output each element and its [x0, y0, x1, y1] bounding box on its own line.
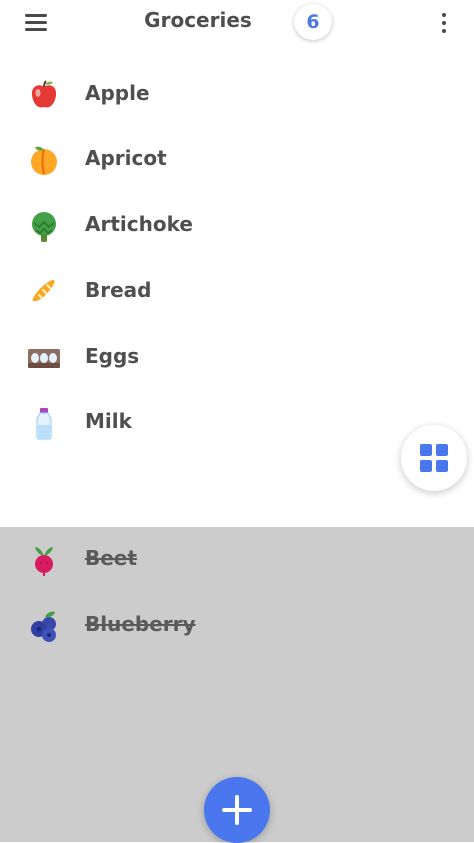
top-bar: Groceries 6 — [0, 0, 474, 44]
list-item-apple[interactable]: Apple — [0, 67, 474, 123]
add-item-button[interactable] — [204, 777, 270, 843]
item-label: Artichoke — [85, 212, 193, 236]
item-label: Bread — [85, 278, 152, 302]
item-count-badge: 6 — [294, 4, 332, 40]
blueberry-icon — [27, 609, 61, 643]
item-label: Blueberry — [85, 612, 196, 636]
page-title: Groceries — [144, 8, 252, 32]
list-item-apricot[interactable]: Apricot — [0, 132, 474, 188]
apricot-icon — [27, 143, 61, 177]
grid-view-button[interactable] — [401, 425, 467, 491]
item-label: Milk — [85, 409, 132, 433]
bread-icon — [27, 275, 61, 309]
grid-view-icon — [420, 444, 448, 472]
list-item-beet[interactable]: Beet — [0, 532, 474, 588]
list-item-blueberry[interactable]: Blueberry — [0, 598, 474, 654]
more-vertical-icon[interactable] — [439, 11, 449, 35]
eggs-icon — [27, 341, 61, 375]
item-label: Beet — [85, 546, 137, 570]
apple-icon — [27, 78, 61, 112]
item-label: Apricot — [85, 146, 167, 170]
item-label: Apple — [85, 81, 150, 105]
list-item-eggs[interactable]: Eggs — [0, 330, 474, 386]
plus-icon — [222, 795, 252, 825]
list-item-milk[interactable]: Milk — [0, 395, 474, 451]
list-item-bread[interactable]: Bread — [0, 264, 474, 320]
artichoke-icon — [27, 209, 61, 243]
list-item-artichoke[interactable]: Artichoke — [0, 198, 474, 254]
beet-icon — [27, 543, 61, 577]
milk-icon — [27, 406, 61, 440]
item-label: Eggs — [85, 344, 140, 368]
